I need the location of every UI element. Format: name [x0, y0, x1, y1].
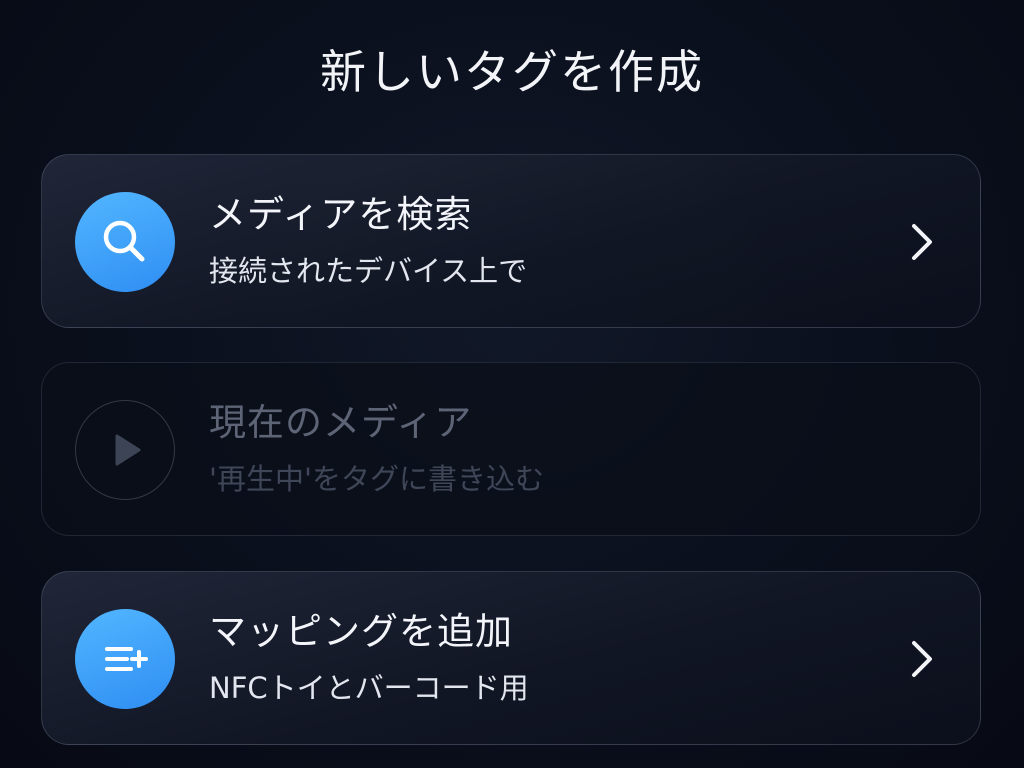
- play-icon-badge: [75, 400, 175, 500]
- play-icon: [115, 434, 141, 466]
- chevron-right-icon: [912, 641, 932, 677]
- search-icon: [103, 220, 145, 262]
- add-list-icon: [105, 647, 148, 671]
- add-list-icon-badge: [75, 609, 175, 709]
- new-tag-screen: 新しいタグを作成 メディアを検索 接続されたデバイス上で 現在のメディア '再生…: [0, 0, 1024, 768]
- search-media-subtitle: 接続されたデバイス上で: [209, 254, 528, 288]
- current-media-option: 現在のメディア '再生中'をタグに書き込む: [41, 362, 981, 536]
- current-media-subtitle: '再生中'をタグに書き込む: [209, 462, 544, 496]
- add-mapping-subtitle: NFCトイとバーコード用: [209, 671, 529, 705]
- current-media-title: 現在のメディア: [209, 401, 473, 444]
- search-icon-badge: [75, 192, 175, 292]
- add-mapping-option[interactable]: マッピングを追加 NFCトイとバーコード用: [41, 571, 981, 745]
- chevron-right-icon: [912, 224, 932, 260]
- page-title: 新しいタグを作成: [320, 45, 704, 99]
- search-media-title: メディアを検索: [209, 193, 473, 236]
- search-media-option[interactable]: メディアを検索 接続されたデバイス上で: [41, 154, 981, 328]
- add-mapping-title: マッピングを追加: [209, 610, 513, 653]
